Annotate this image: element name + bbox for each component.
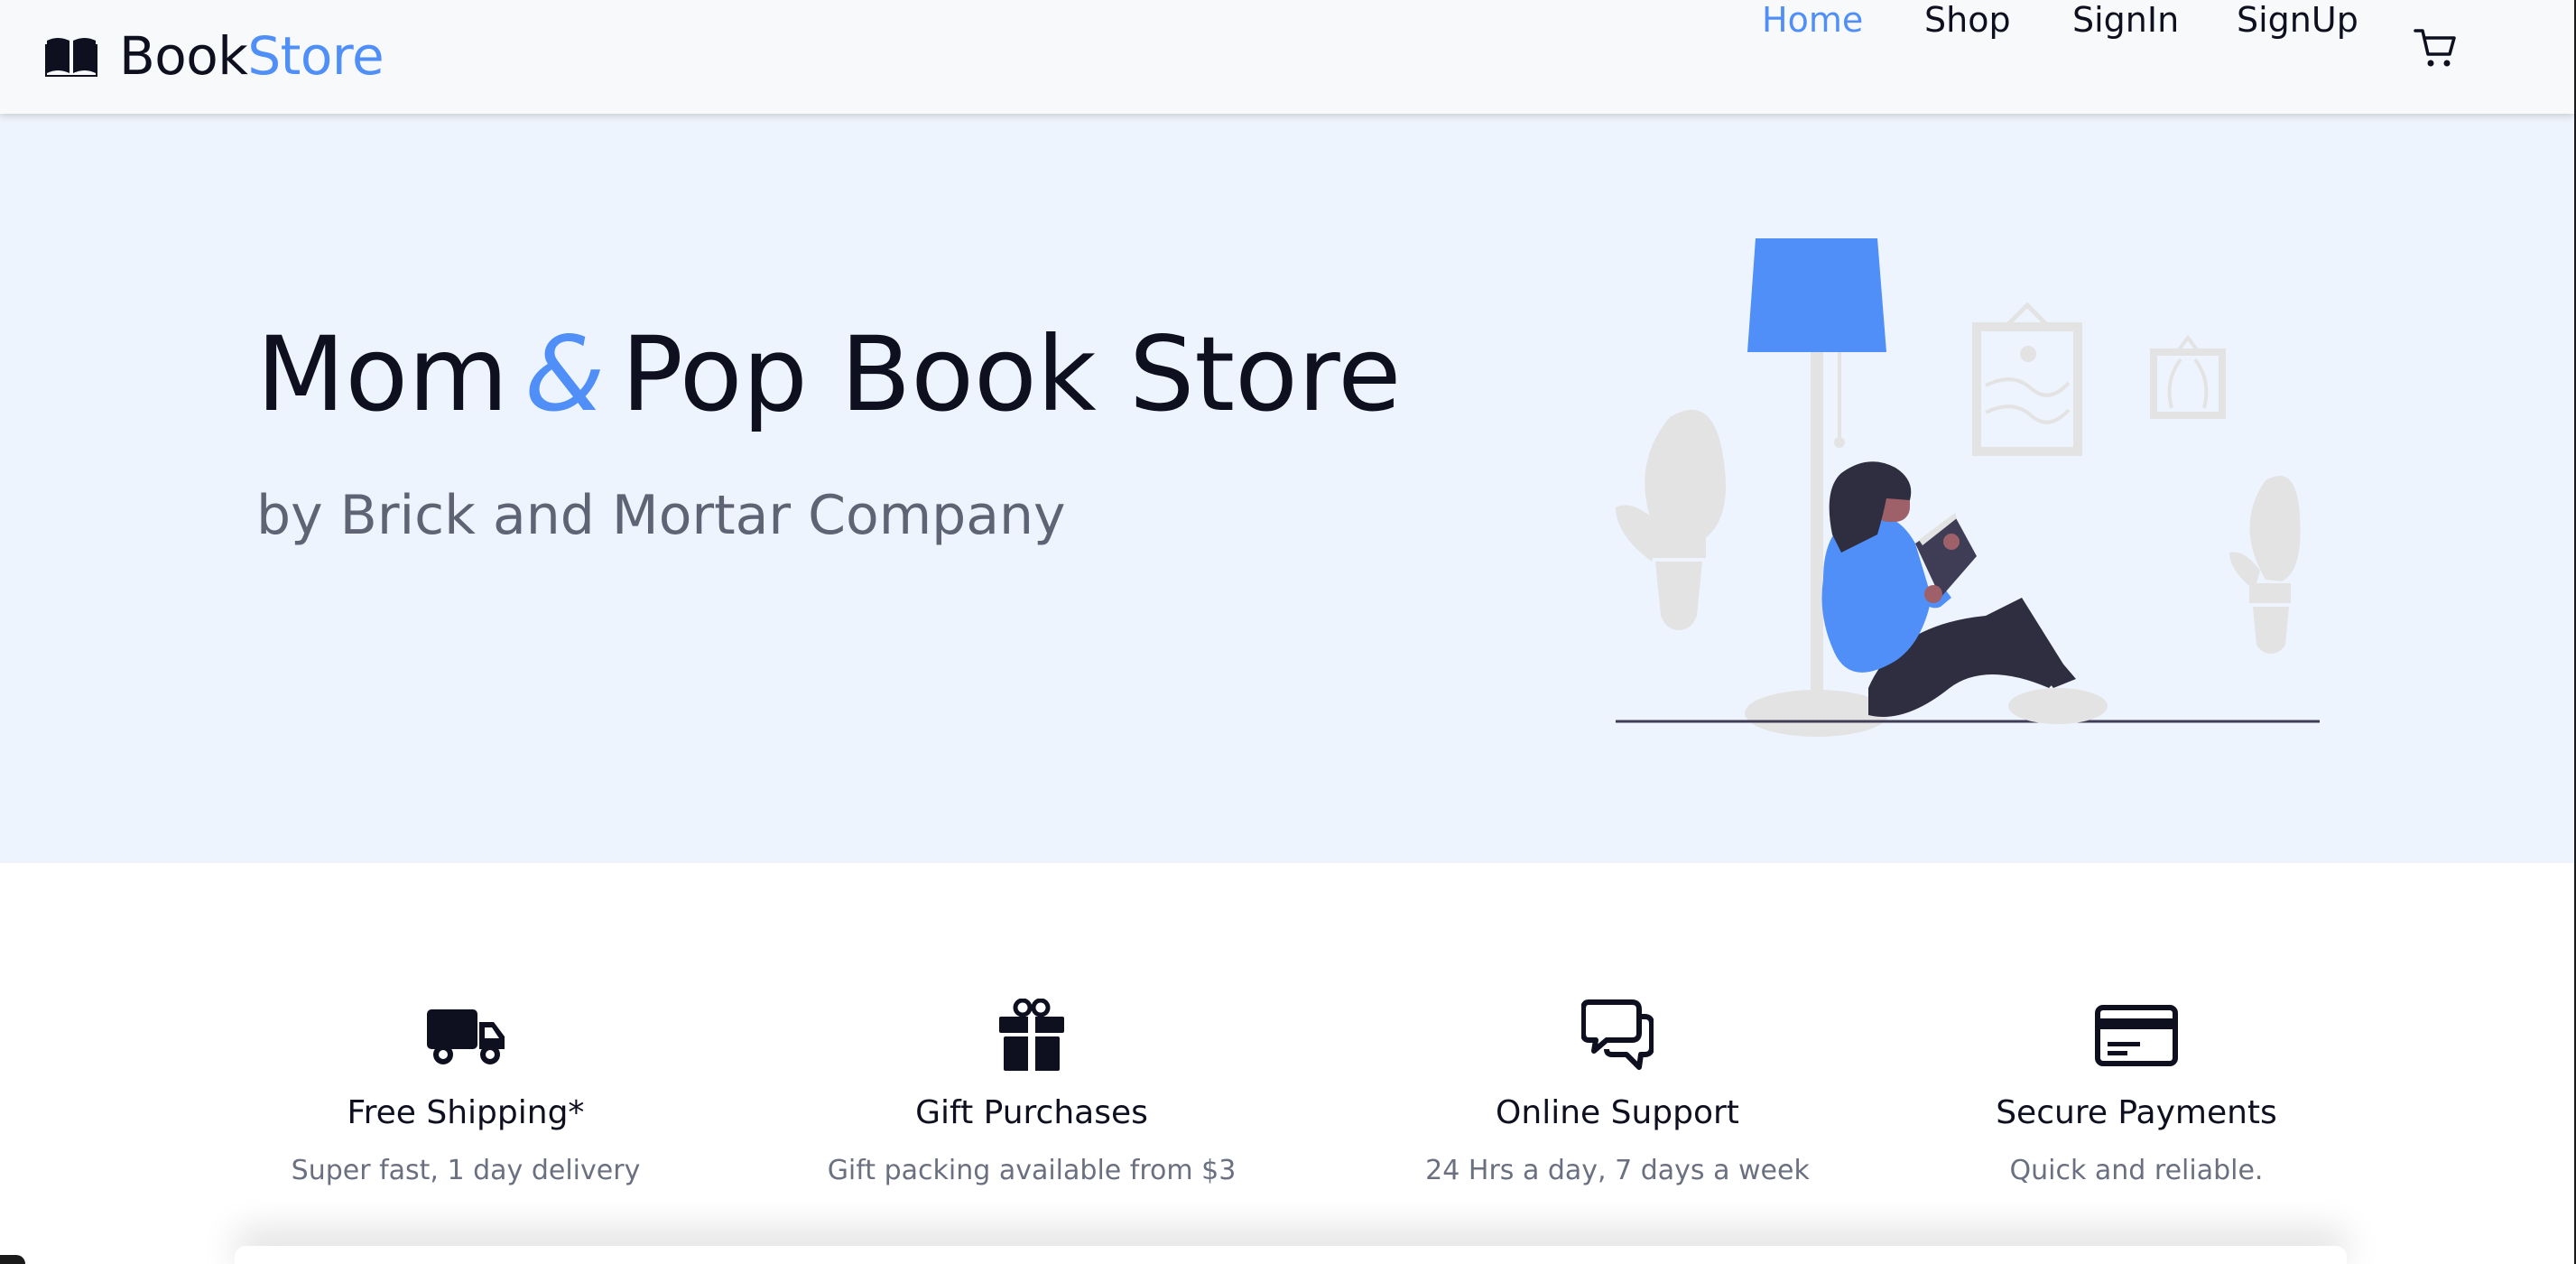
gift-icon — [999, 999, 1064, 1071]
feature-title: Secure Payments — [1996, 1094, 2277, 1131]
nav-shop[interactable]: Shop — [1924, 0, 2011, 40]
feature-desc: Super fast, 1 day delivery — [291, 1155, 641, 1186]
plant-left — [1616, 409, 1726, 630]
window-corner — [0, 1255, 25, 1264]
feature-desc: 24 Hrs a day, 7 days a week — [1425, 1155, 1810, 1186]
hero-title-part1: Mom — [256, 314, 509, 434]
brand-accent: Store — [247, 25, 385, 87]
brand-logo[interactable]: BookStore — [45, 20, 385, 92]
nav-home[interactable]: Home — [1762, 0, 1863, 40]
brand-prefix: Book — [119, 25, 248, 87]
feature-secure-payments: Secure Payments Quick and reliable. — [1884, 999, 2389, 1186]
picture-frame-large — [1972, 302, 2082, 456]
feature-desc: Gift packing available from $3 — [827, 1155, 1237, 1186]
truck-icon — [427, 1009, 505, 1064]
hero-subtitle: by Brick and Mortar Company — [256, 484, 1066, 547]
features-section: Free Shipping* Super fast, 1 day deliver… — [0, 863, 2574, 1264]
feature-title: Gift Purchases — [915, 1094, 1148, 1131]
content-card-top — [235, 1246, 2347, 1264]
navbar: BookStore Home Shop SignIn SignUp — [0, 0, 2574, 114]
feature-online-support: Online Support 24 Hrs a day, 7 days a we… — [1365, 999, 1870, 1186]
nav-signup[interactable]: SignUp — [2237, 0, 2358, 40]
feature-free-shipping: Free Shipping* Super fast, 1 day deliver… — [213, 999, 718, 1186]
reading-woman-illustration — [1616, 238, 2320, 737]
hero-title-ampersand: & — [524, 314, 606, 434]
feature-gift-purchases: Gift Purchases Gift packing available fr… — [779, 999, 1284, 1186]
hero-section: Mom & Pop Book Store by Brick and Mortar C… — [0, 114, 2574, 863]
feature-desc: Quick and reliable. — [2009, 1155, 2264, 1186]
chat-icon — [1581, 999, 1654, 1070]
brand-name: BookStore — [119, 25, 385, 87]
open-book-icon — [45, 38, 97, 77]
nav-signin[interactable]: SignIn — [2072, 0, 2179, 40]
feature-title: Free Shipping* — [347, 1094, 585, 1131]
woman-reading — [1821, 461, 2108, 724]
feature-title: Online Support — [1496, 1094, 1739, 1131]
picture-frame-small — [2150, 334, 2226, 419]
page: BookStore Home Shop SignIn SignUp Mom & Po… — [0, 0, 2574, 1264]
plant-right — [2229, 476, 2301, 654]
hero-title-part2: Pop Book Store — [621, 314, 1402, 434]
credit-card-icon — [2095, 1005, 2178, 1066]
hero-title: Mom & Pop Book Store — [256, 323, 1401, 426]
cart-icon[interactable] — [2414, 27, 2457, 69]
